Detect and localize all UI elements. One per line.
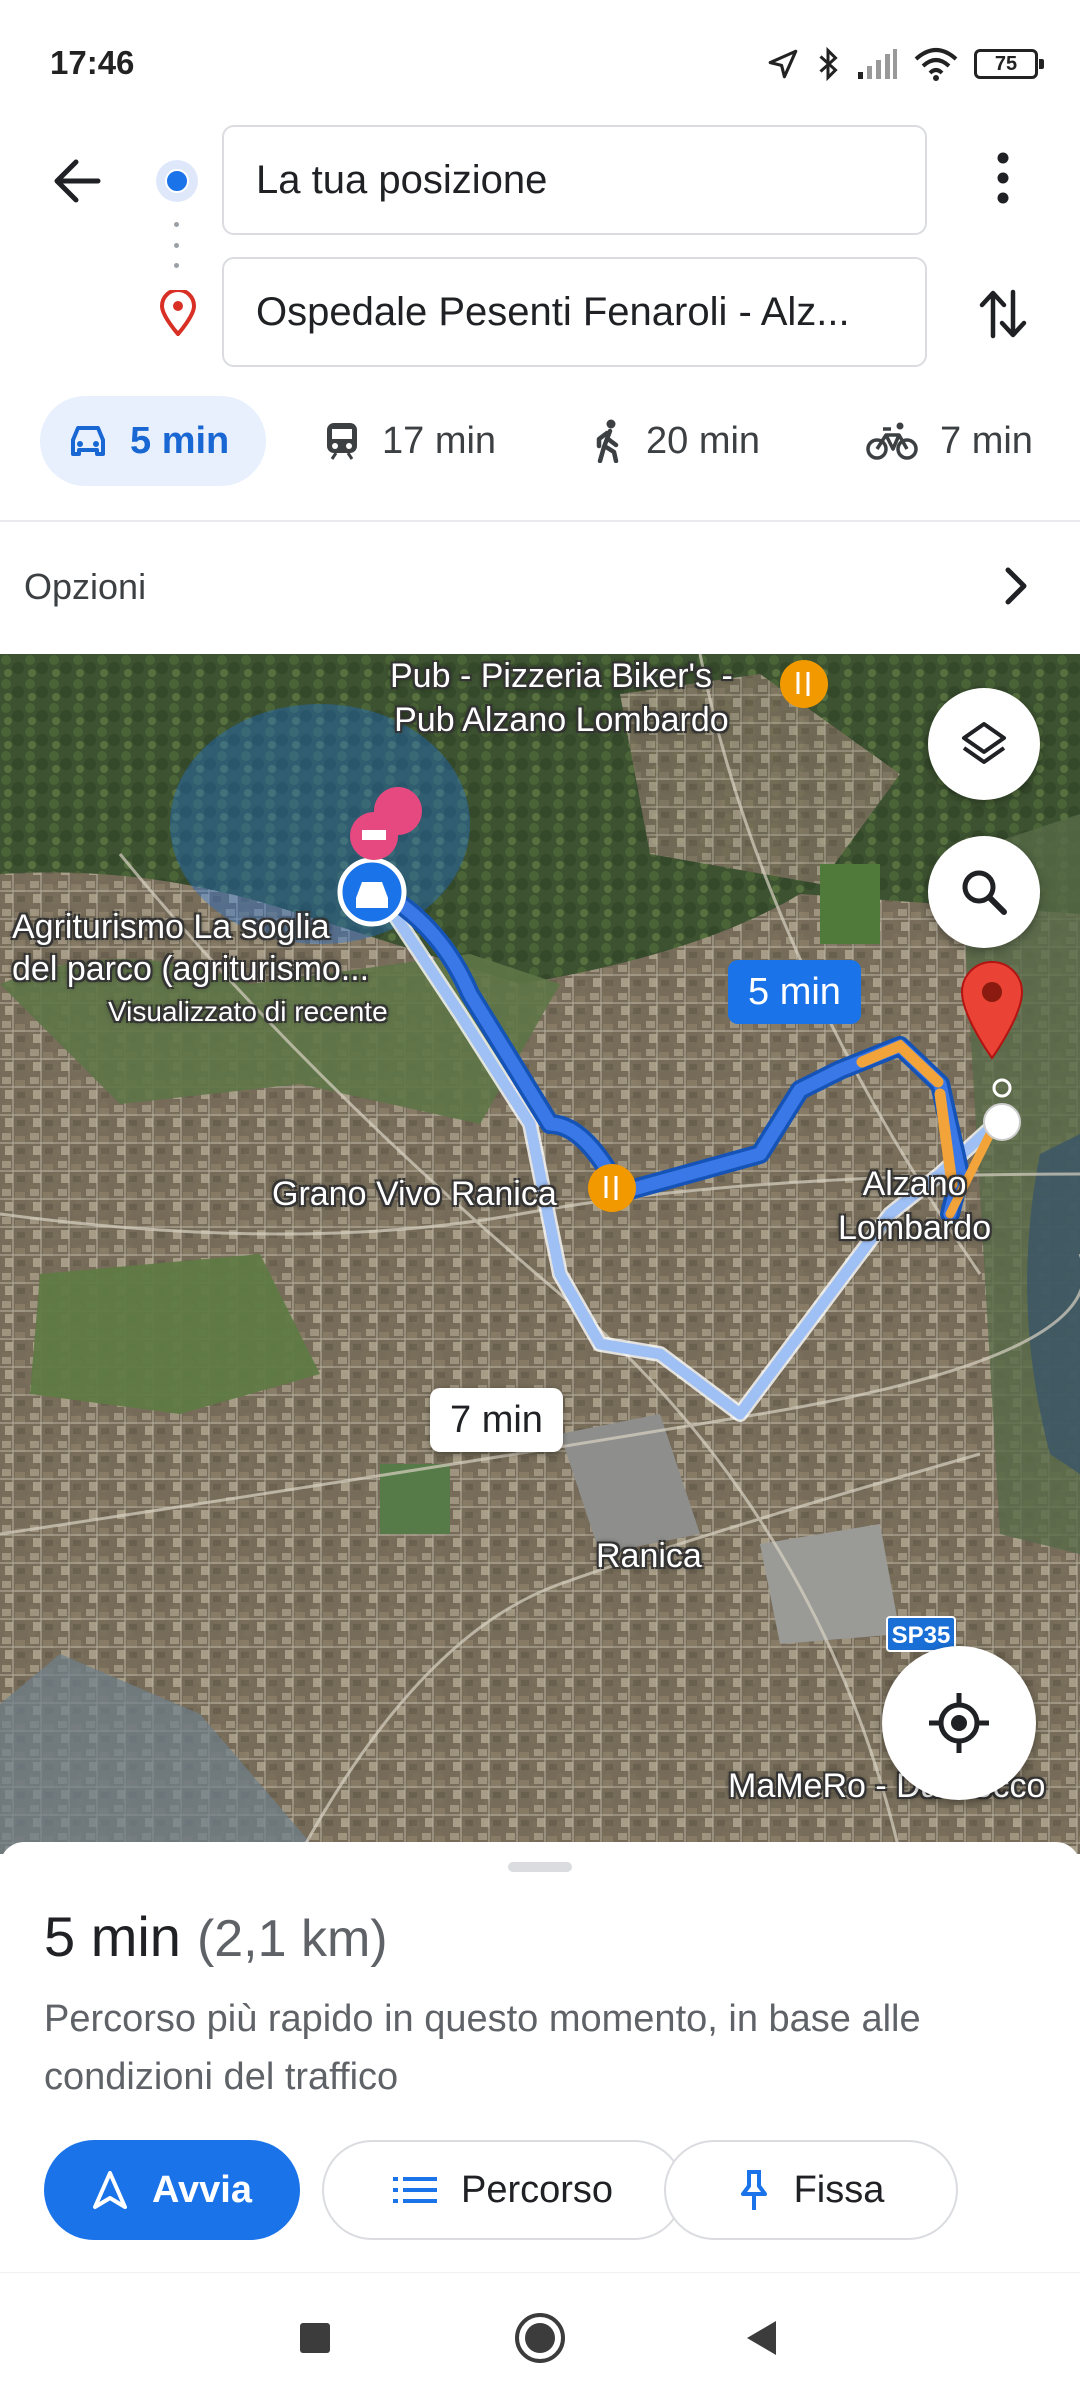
home-button[interactable]: [505, 2303, 575, 2373]
steps-button[interactable]: Percorso: [322, 2140, 684, 2240]
bluetooth-icon: [819, 46, 838, 82]
mode-bike-label: 7 min: [940, 419, 1033, 462]
mode-bike-tab[interactable]: 7 min: [866, 396, 1033, 486]
route-summary-sheet: 5 min (2,1 km) Percorso più rapido in que…: [0, 1842, 1080, 2272]
layers-button[interactable]: [928, 688, 1040, 800]
status-icons: 75: [766, 44, 1044, 84]
back-triangle-icon: [747, 2321, 776, 2355]
route-distance: (2,1 km): [196, 1910, 388, 1968]
options-row[interactable]: Opzioni: [0, 522, 1080, 654]
alzano-label: Alzano Lombardo: [838, 1165, 992, 1247]
origin-dot-icon: [156, 160, 198, 202]
drag-handle[interactable]: [508, 1862, 572, 1872]
list-icon: [392, 2177, 437, 2203]
mode-transit-label: 17 min: [382, 419, 497, 462]
map-view[interactable]: Pub - Pizzeria Biker's - Pub Alzano Lomb…: [0, 654, 1080, 1854]
layers-icon: [962, 722, 1006, 764]
poi-grano-label[interactable]: Grano Vivo Ranica: [272, 1172, 557, 1216]
mode-walk-tab[interactable]: 20 min: [594, 396, 760, 486]
back-button[interactable]: [44, 148, 110, 214]
my-location-button[interactable]: [882, 1646, 1036, 1800]
train-icon: [327, 423, 357, 460]
route-summary: 5 min (2,1 km): [44, 1904, 388, 1969]
swap-vert-icon: [979, 289, 1027, 339]
route-dots: [174, 222, 180, 268]
mode-car-label: 5 min: [130, 419, 230, 462]
system-nav-bar: [0, 2272, 1080, 2400]
chevron-right-icon: [1005, 567, 1027, 605]
status-time: 17:46: [50, 44, 135, 81]
travel-mode-tabs: 5 min 17 min 20 min 7 min: [0, 396, 1080, 492]
swap-button[interactable]: [966, 277, 1040, 351]
bike-icon: [866, 422, 918, 460]
back-nav-button[interactable]: [726, 2303, 796, 2373]
more-options-button[interactable]: [970, 145, 1036, 211]
ranica-label: Ranica: [596, 1537, 702, 1575]
navigation-arrow-icon: [93, 2171, 127, 2209]
start-navigation-button[interactable]: Avvia: [44, 2140, 300, 2240]
route-time-primary[interactable]: 5 min: [728, 960, 861, 1024]
walk-icon: [596, 419, 619, 463]
arrow-back-icon: [54, 159, 101, 203]
pin-trip-button[interactable]: Fissa: [664, 2140, 958, 2240]
mode-transit-tab[interactable]: 17 min: [324, 396, 496, 486]
options-label: Opzioni: [24, 566, 147, 607]
recents-button[interactable]: [280, 2303, 350, 2373]
location-arrow-icon: [768, 49, 798, 79]
search-along-route-button[interactable]: [928, 836, 1040, 948]
search-icon: [962, 870, 1007, 915]
more-vert-icon: [997, 152, 1009, 204]
car-icon: [71, 426, 105, 456]
route-duration: 5 min: [44, 1905, 181, 1968]
pin-label: Fissa: [793, 2168, 885, 2211]
poi-pub-label[interactable]: Pub - Pizzeria Biker's - Pub Alzano Lomb…: [390, 654, 733, 742]
recents-square-icon: [300, 2323, 330, 2353]
destination-field[interactable]: Ospedale Pesenti Fenaroli - Alz...: [222, 257, 927, 367]
origin-field[interactable]: La tua posizione: [222, 125, 927, 235]
home-circle-icon: [515, 2313, 565, 2363]
route-steps-label: Percorso: [460, 2168, 614, 2211]
battery-icon: 75: [974, 49, 1044, 79]
pushpin-icon: [740, 2170, 767, 2210]
wifi-icon: [914, 48, 958, 81]
status-bar: 17:46 75: [0, 0, 1080, 120]
battery-level: 75: [994, 53, 1018, 75]
recently-viewed-label: Visualizzato di recente: [108, 996, 388, 1027]
destination-pin-icon: [159, 290, 197, 336]
signal-icon: [858, 49, 897, 79]
mode-walk-label: 20 min: [646, 419, 761, 462]
mode-car-tab[interactable]: 5 min: [40, 396, 266, 486]
route-time-alternative[interactable]: 7 min: [430, 1388, 563, 1452]
my-location-icon: [929, 1693, 989, 1753]
start-label: Avvia: [152, 2168, 252, 2211]
route-description: Percorso più rapido in questo momento, i…: [44, 1998, 921, 2098]
poi-agriturismo-label[interactable]: Agriturismo La soglia del parco (agritur…: [12, 906, 369, 990]
